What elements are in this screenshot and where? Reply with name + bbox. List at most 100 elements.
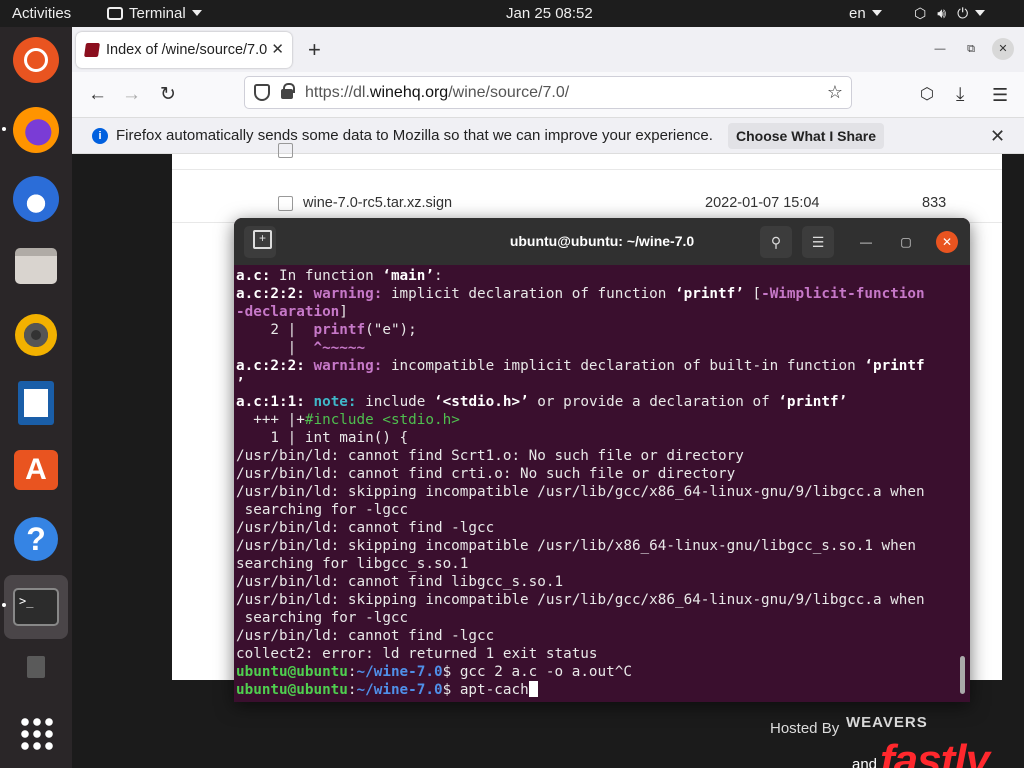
back-button[interactable]: ← <box>88 72 107 118</box>
sponsor-footer: Hosted By WEAVERS and fastly <box>762 704 1012 768</box>
dock-libreoffice-writer[interactable] <box>10 377 62 429</box>
output-line: a.c:2:2: warning: implicit declaration o… <box>236 286 925 302</box>
command-input: apt-cach <box>459 682 529 698</box>
output-line: /usr/bin/ld: cannot find -lgcc <box>236 628 495 644</box>
language-label: en <box>849 5 866 22</box>
show-apps-button[interactable] <box>10 707 62 759</box>
and-label: and <box>852 756 878 768</box>
new-tab-button[interactable]: + <box>308 33 321 67</box>
tab-bar: Index of /wine/source/7.0 ✕ + — ⧉ ✕ <box>72 27 1024 72</box>
libreoffice-writer-icon <box>18 381 54 425</box>
output-line: 2 | printf("e"); <box>236 322 417 338</box>
dock-firefox[interactable] <box>10 104 62 156</box>
codeweavers-logo[interactable]: WEAVERS <box>846 714 928 731</box>
shield-icon[interactable] <box>254 84 270 101</box>
output-line: a.c:1:1: note: include ‘<stdio.h>’ or pr… <box>236 394 848 410</box>
terminal-header-bar: ubuntu@ubuntu: ~/wine-7.0 ⚲ ☰ — ▢ ✕ <box>234 218 970 265</box>
row-checkbox[interactable] <box>278 143 293 158</box>
network-icon: ⬡ <box>914 5 927 21</box>
output-line: a.c:2:2: warning: incompatible implicit … <box>236 358 925 374</box>
help-icon: ? <box>14 517 58 561</box>
row-checkbox[interactable] <box>278 196 293 211</box>
output-line: a.c: In function ‘main’: <box>236 268 443 284</box>
close-tab-icon[interactable]: ✕ <box>271 32 284 68</box>
running-indicator <box>2 127 6 131</box>
language-indicator[interactable]: en <box>849 0 882 27</box>
minimize-button[interactable]: — <box>856 232 876 252</box>
terminal-icon <box>107 7 123 20</box>
files-icon <box>15 248 57 284</box>
dock-terminal[interactable]: >_ <box>4 575 68 639</box>
dock-thunderbird[interactable] <box>10 173 62 225</box>
fastly-logo[interactable]: fastly <box>880 736 990 768</box>
list-item[interactable]: wine-7.0-rc5.tar.xz.sign 2022-01-07 15:0… <box>172 183 1002 223</box>
output-line: -declaration] <box>236 304 348 320</box>
dock-app-store[interactable]: A <box>10 444 62 496</box>
ubuntu-software-icon <box>13 37 59 83</box>
thunderbird-icon <box>13 176 59 222</box>
dock-help[interactable]: ? <box>10 513 62 565</box>
dock-files[interactable] <box>10 240 62 292</box>
search-button[interactable]: ⚲ <box>760 226 792 258</box>
close-window-button[interactable]: ✕ <box>936 231 958 253</box>
system-tray[interactable]: ⬡ 🔊︎ ⏻ <box>914 0 996 27</box>
output-line: | ^~~~~~ <box>236 340 366 356</box>
app-menu[interactable]: Terminal <box>107 0 202 27</box>
bookmark-star-icon[interactable]: ☆ <box>827 77 843 108</box>
prompt-user: ubuntu@ubuntu <box>236 664 348 680</box>
navigation-toolbar: ← → ↻ https://dl.winehq.org/wine/source/… <box>72 72 1024 118</box>
menu-button[interactable]: ☰ <box>802 226 834 258</box>
terminal-icon: >_ <box>13 588 59 626</box>
dock-ubuntu-software[interactable] <box>10 34 62 86</box>
text-cursor <box>528 681 538 697</box>
app-store-icon: A <box>14 450 58 490</box>
output-line: /usr/bin/ld: cannot find Scrt1.o: No suc… <box>236 448 744 464</box>
forward-button[interactable]: → <box>122 72 141 118</box>
output-line: /usr/bin/ld: skipping incompatible /usr/… <box>236 538 916 554</box>
reload-button[interactable]: ↻ <box>160 72 176 118</box>
running-indicator <box>2 603 6 607</box>
output-line: 1 | int main() { <box>236 430 409 446</box>
terminal-output[interactable]: a.c: In function ‘main’: a.c:2:2: warnin… <box>234 265 970 702</box>
output-line: searching for -lgcc <box>236 610 409 626</box>
output-line: /usr/bin/ld: cannot find libgcc_s.so.1 <box>236 574 564 590</box>
output-line: /usr/bin/ld: cannot find -lgcc <box>236 520 495 536</box>
file-name-link[interactable]: wine-7.0-rc5.tar.xz.sign <box>303 195 452 211</box>
app-menu-label: Terminal <box>129 5 186 22</box>
prompt-path: ~/wine-7.0 <box>356 682 443 698</box>
top-bar: Activities Terminal Jan 25 08:52 en ⬡ 🔊︎ ⏻ <box>0 0 1024 27</box>
maximize-button[interactable]: ▢ <box>896 232 916 252</box>
power-icon: ⏻ <box>957 5 969 21</box>
activities-button[interactable]: Activities <box>12 0 71 27</box>
winehq-favicon <box>84 43 100 57</box>
minimize-button[interactable]: — <box>929 38 951 60</box>
tab-winehq-index[interactable]: Index of /wine/source/7.0 ✕ <box>76 32 292 68</box>
close-window-button[interactable]: ✕ <box>992 38 1014 60</box>
prompt-line[interactable]: ubuntu@ubuntu:~/wine-7.0$ apt-cach <box>236 681 968 699</box>
hamburger-menu-icon[interactable]: ☰ <box>992 72 1008 118</box>
file-date: 2022-01-07 15:04 <box>705 195 820 211</box>
output-line: /usr/bin/ld: cannot find crti.o: No such… <box>236 466 736 482</box>
dock-rhythmbox[interactable] <box>10 309 62 361</box>
url-prefix: https://dl. <box>305 84 370 101</box>
output-line: collect2: error: ld returned 1 exit stat… <box>236 646 598 662</box>
output-line: searching for libgcc_s.so.1 <box>236 556 469 572</box>
output-line: ’ <box>236 376 245 392</box>
lock-icon[interactable] <box>281 83 295 99</box>
volume-icon: 🔊︎ <box>937 5 947 21</box>
url-bar[interactable]: https://dl.winehq.org/wine/source/7.0/ ☆ <box>244 76 852 109</box>
list-item <box>172 130 1002 170</box>
chevron-down-icon <box>871 10 882 16</box>
clock[interactable]: Jan 25 08:52 <box>506 0 593 27</box>
search-icon: ⚲ <box>770 234 782 250</box>
downloads-icon[interactable]: ⤓ <box>956 72 964 118</box>
output-line: /usr/bin/ld: skipping incompatible /usr/… <box>236 484 925 500</box>
pocket-icon[interactable]: ⬡ <box>920 72 934 118</box>
info-icon: i <box>92 128 108 144</box>
firefox-icon <box>13 107 59 153</box>
scrollbar[interactable] <box>960 656 965 694</box>
dock-trash[interactable] <box>10 641 62 693</box>
output-line: /usr/bin/ld: skipping incompatible /usr/… <box>236 592 925 608</box>
maximize-button[interactable]: ⧉ <box>960 38 982 60</box>
dock: A ? >_ <box>0 27 72 768</box>
